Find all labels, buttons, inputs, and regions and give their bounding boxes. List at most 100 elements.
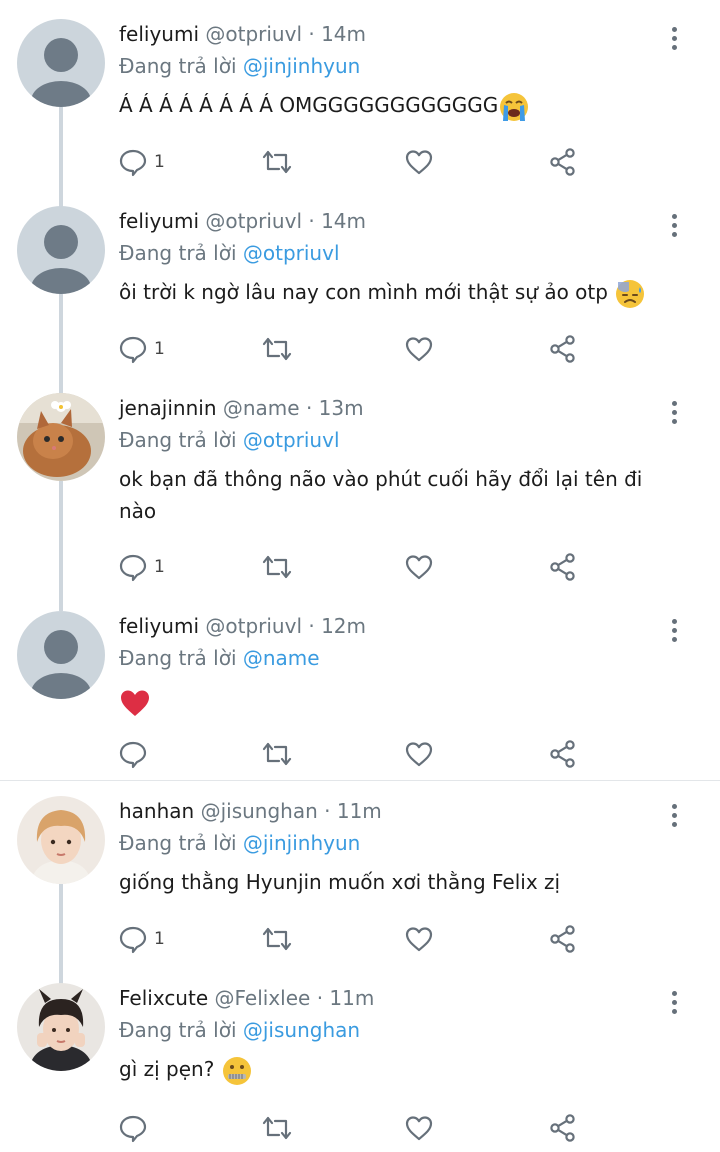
reply-prefix: Đang trả lời [119, 428, 237, 452]
user-name[interactable]: hanhan [119, 799, 194, 823]
user-handle[interactable]: @otpriuvl [205, 22, 302, 46]
retweet-button[interactable] [260, 924, 294, 954]
reply-prefix: Đang trả lời [119, 1018, 237, 1042]
share-icon [550, 1114, 575, 1142]
like-button[interactable] [404, 147, 434, 177]
reply-to-link[interactable]: @jinjinhyun [243, 54, 360, 78]
timestamp[interactable]: 12m [321, 614, 366, 638]
retweet-icon [262, 742, 292, 766]
more-options-button[interactable] [668, 804, 680, 830]
reply-button[interactable] [118, 1113, 154, 1143]
reply-context: Đang trả lời @otpriuvl [119, 241, 340, 265]
retweet-button[interactable] [260, 1113, 294, 1143]
like-button[interactable] [404, 334, 434, 364]
timestamp[interactable]: 14m [321, 22, 366, 46]
reply-to-link[interactable]: @name [243, 646, 320, 670]
like-button[interactable] [404, 1113, 434, 1143]
timestamp[interactable]: 11m [337, 799, 382, 823]
tweet-text: ôi trời k ngờ lâu nay con mình mới thật … [119, 276, 679, 310]
avatar[interactable] [17, 393, 105, 481]
comment-icon [119, 1115, 147, 1143]
tweet-text-line: ok bạn đã thông não vào phút cuối hãy đổ… [119, 467, 643, 491]
like-button[interactable] [404, 739, 434, 769]
user-name[interactable]: feliyumi [119, 614, 199, 638]
user-handle[interactable]: @Felixlee [215, 986, 311, 1010]
timestamp[interactable]: 14m [321, 209, 366, 233]
reply-to-link[interactable]: @jisunghan [243, 1018, 360, 1042]
share-button[interactable] [548, 739, 578, 769]
reply-button[interactable]: 1 [118, 924, 165, 954]
avatar[interactable] [17, 19, 105, 107]
retweet-button[interactable] [260, 334, 294, 364]
more-options-button[interactable] [668, 619, 680, 645]
thread-line [59, 884, 63, 984]
user-handle[interactable]: @jisunghan [201, 799, 318, 823]
reply-button[interactable] [118, 739, 154, 769]
zipper-mouth-face-icon [222, 1056, 251, 1085]
user-handle[interactable]: @otpriuvl [205, 209, 302, 233]
thread-line [59, 107, 63, 207]
avatar[interactable] [17, 983, 105, 1071]
more-options-button[interactable] [668, 214, 680, 240]
heart-icon [405, 337, 433, 362]
tweet-header: feliyumi @otpriuvl · 12m [119, 614, 366, 638]
reply-context: Đang trả lời @jinjinhyun [119, 54, 360, 78]
share-icon [550, 148, 575, 176]
reply-context: Đang trả lời @jisunghan [119, 1018, 360, 1042]
tweet-text: giống thằng Hyunjin muốn xơi thằng Felix… [119, 866, 679, 898]
timestamp[interactable]: 13m [319, 396, 364, 420]
share-button[interactable] [548, 147, 578, 177]
like-button[interactable] [404, 924, 434, 954]
reply-count: 1 [154, 339, 165, 359]
default-avatar-icon [31, 38, 91, 107]
separator-dot: · [305, 396, 313, 420]
like-button[interactable] [404, 552, 434, 582]
reply-count: 1 [154, 152, 165, 172]
more-options-button[interactable] [668, 401, 680, 427]
heart-icon [405, 1116, 433, 1141]
action-bar: 1 [118, 552, 588, 582]
user-name[interactable]: feliyumi [119, 22, 199, 46]
user-name[interactable]: jenajinnin [119, 396, 217, 420]
retweet-button[interactable] [260, 147, 294, 177]
reply-button[interactable]: 1 [118, 147, 165, 177]
avatar[interactable] [17, 611, 105, 699]
share-button[interactable] [548, 924, 578, 954]
more-options-button[interactable] [668, 991, 680, 1017]
reply-count: 1 [154, 557, 165, 577]
reply-to-link[interactable]: @otpriuvl [243, 241, 340, 265]
comment-icon [119, 554, 147, 582]
action-bar: 1 [118, 334, 588, 364]
share-button[interactable] [548, 334, 578, 364]
reply-button[interactable]: 1 [118, 334, 165, 364]
separator-dot: · [308, 614, 315, 638]
reply-to-link[interactable]: @otpriuvl [243, 428, 340, 452]
user-handle[interactable]: @name [223, 396, 300, 420]
avatar[interactable] [17, 206, 105, 294]
reply-button[interactable]: 1 [118, 552, 165, 582]
share-icon [550, 740, 575, 768]
reply-to-link[interactable]: @jinjinhyun [243, 831, 360, 855]
retweet-icon [262, 1116, 292, 1140]
thread-line [59, 294, 63, 394]
default-avatar-icon [31, 225, 91, 294]
share-button[interactable] [548, 1113, 578, 1143]
retweet-icon [262, 555, 292, 579]
separator-dot: · [324, 799, 331, 823]
reply-prefix: Đang trả lời [119, 831, 237, 855]
timestamp[interactable]: 11m [329, 986, 374, 1010]
reply-prefix: Đang trả lời [119, 54, 237, 78]
more-options-button[interactable] [668, 27, 680, 53]
share-button[interactable] [548, 552, 578, 582]
user-name[interactable]: Felixcute [119, 986, 208, 1010]
thread-divider [0, 780, 720, 781]
tweet-text [119, 685, 679, 718]
retweet-button[interactable] [260, 739, 294, 769]
heart-icon [405, 742, 433, 767]
user-name[interactable]: feliyumi [119, 209, 199, 233]
retweet-button[interactable] [260, 552, 294, 582]
user-handle[interactable]: @otpriuvl [205, 614, 302, 638]
action-bar: 1 [118, 147, 588, 177]
reply-context: Đang trả lời @jinjinhyun [119, 831, 360, 855]
avatar[interactable] [17, 796, 105, 884]
